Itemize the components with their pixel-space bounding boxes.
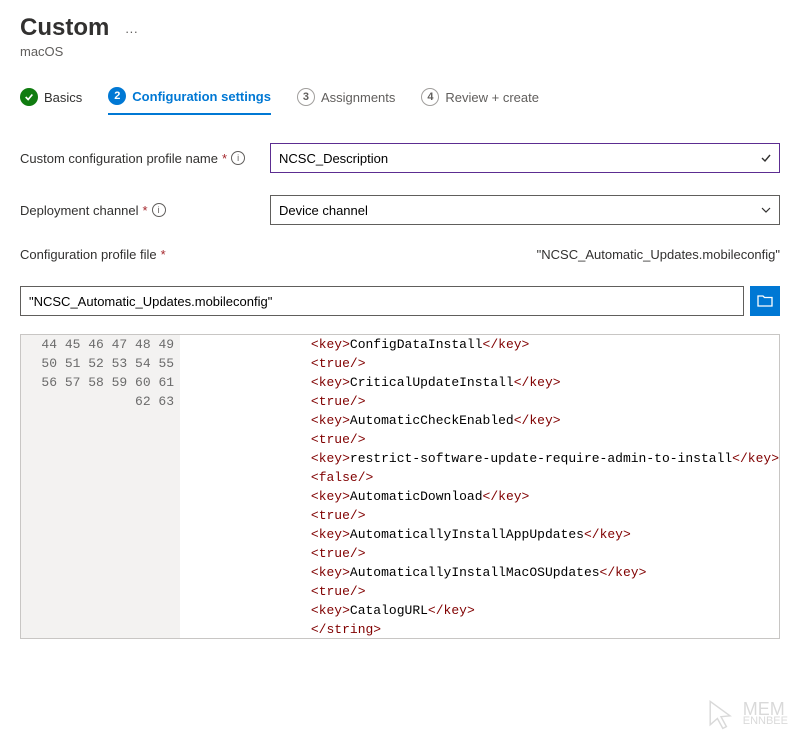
field-config-file: Configuration profile file * "NCSC_Autom…	[20, 247, 780, 316]
info-icon[interactable]: i	[231, 151, 245, 165]
page-subtitle: macOS	[20, 44, 780, 59]
more-icon[interactable]: ···	[125, 24, 138, 39]
page-title: Custom	[20, 14, 109, 42]
profile-name-label: Custom configuration profile name * i	[20, 151, 270, 166]
deployment-channel-select[interactable]	[270, 195, 780, 225]
step-label: Review + create	[445, 90, 539, 105]
watermark: MEM ENNBEE	[703, 696, 788, 732]
required-marker: *	[143, 203, 148, 218]
step-assignments[interactable]: 3 Assignments	[297, 87, 395, 115]
step-label: Basics	[44, 90, 82, 105]
step-config-settings[interactable]: 2 Configuration settings	[108, 87, 271, 115]
field-deployment-channel: Deployment channel * i	[20, 195, 780, 225]
config-file-display: "NCSC_Automatic_Updates.mobileconfig"	[537, 247, 780, 262]
deployment-channel-label: Deployment channel * i	[20, 203, 270, 218]
code-area[interactable]: <key>ConfigDataInstall</key> <true/> <ke…	[180, 335, 779, 638]
check-icon	[20, 88, 38, 106]
browse-button[interactable]	[750, 286, 780, 316]
xml-editor[interactable]: 44 45 46 47 48 49 50 51 52 53 54 55 56 5…	[20, 334, 780, 639]
info-icon[interactable]: i	[152, 203, 166, 217]
config-file-label: Configuration profile file *	[20, 247, 166, 262]
step-number: 4	[421, 88, 439, 106]
page-header: Custom ··· macOS	[20, 14, 780, 59]
step-label: Configuration settings	[132, 89, 271, 104]
required-marker: *	[222, 151, 227, 166]
step-basics[interactable]: Basics	[20, 87, 82, 115]
required-marker: *	[161, 247, 166, 262]
folder-icon	[757, 293, 773, 309]
line-gutter: 44 45 46 47 48 49 50 51 52 53 54 55 56 5…	[21, 335, 180, 638]
step-number: 3	[297, 88, 315, 106]
step-review-create[interactable]: 4 Review + create	[421, 87, 539, 115]
field-profile-name: Custom configuration profile name * i	[20, 143, 780, 173]
cursor-icon	[703, 696, 739, 732]
config-file-path-input[interactable]	[20, 286, 744, 316]
wizard-steps: Basics 2 Configuration settings 3 Assign…	[20, 87, 780, 115]
step-label: Assignments	[321, 90, 395, 105]
step-number: 2	[108, 87, 126, 105]
profile-name-input[interactable]	[270, 143, 780, 173]
